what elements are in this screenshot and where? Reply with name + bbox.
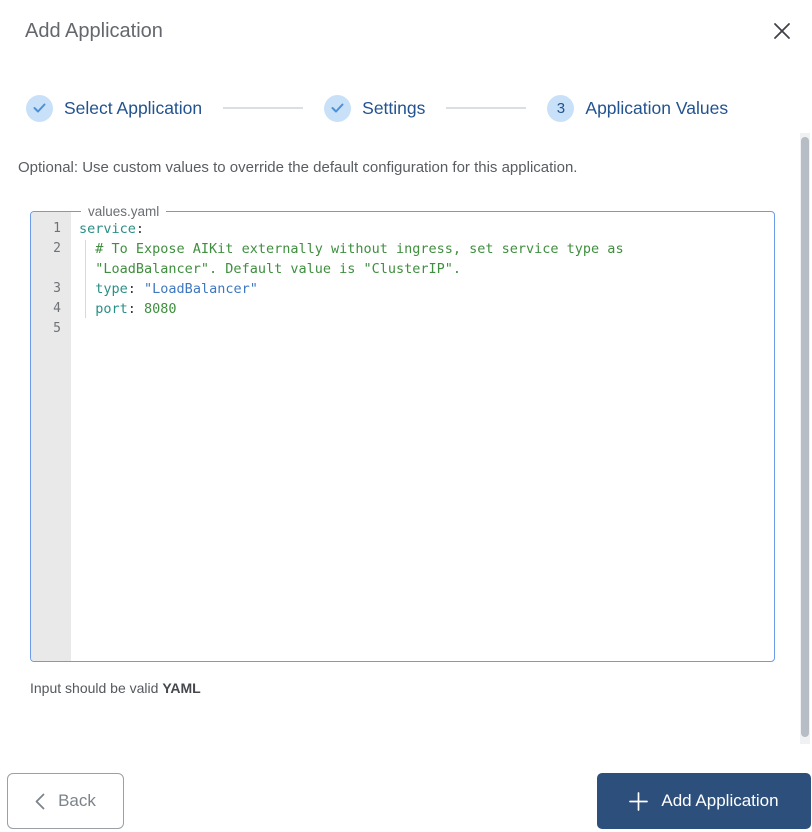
line-number: 3 — [53, 281, 61, 296]
code-token-punct: : — [127, 301, 145, 317]
code-token-punct: : — [127, 281, 145, 297]
wizard-stepper: Select Application Settings 3 Applicatio… — [26, 94, 728, 122]
step-2-circle — [324, 94, 352, 122]
code-line[interactable]: type: "LoadBalancer" — [71, 279, 772, 299]
back-button[interactable]: Back — [7, 773, 124, 829]
step-1-label: Select Application — [64, 97, 203, 118]
editor-code-lines[interactable]: service: # To Expose AIKit externally wi… — [71, 219, 772, 339]
code-line[interactable] — [71, 319, 772, 339]
yaml-validation-hint: Input should be valid YAML — [30, 680, 201, 696]
hint-text: Input should be valid — [30, 680, 163, 696]
add-application-button[interactable]: Add Application — [597, 773, 811, 829]
yaml-editor[interactable]: values.yaml 1 2 3 4 5 service: # To Expose A… — [30, 203, 775, 662]
step-settings[interactable]: Settings — [324, 94, 426, 122]
step-3-circle: 3 — [547, 94, 575, 122]
step-1-circle — [26, 94, 53, 122]
line-number: 1 — [53, 221, 61, 236]
close-button[interactable] — [766, 16, 798, 48]
step-connector — [223, 107, 304, 109]
code-line[interactable]: "LoadBalancer". Default value is "Cluste… — [71, 259, 772, 279]
hint-emphasis: YAML — [162, 680, 201, 696]
line-number: 2 — [53, 241, 61, 256]
add-application-button-label: Add Application — [661, 791, 779, 810]
check-icon — [331, 103, 344, 113]
code-token-punct: : — [135, 221, 145, 237]
editor-gutter-numbers: 1 2 3 4 5 — [31, 219, 71, 339]
step-select-application[interactable]: Select Application — [26, 94, 203, 122]
step-application-values[interactable]: 3 Application Values — [547, 94, 729, 122]
code-line[interactable]: service: — [71, 219, 772, 239]
editor-filename-legend: values.yaml — [81, 203, 167, 220]
code-token-key: type — [95, 281, 128, 297]
close-icon — [770, 22, 794, 46]
back-button-label: Back — [58, 791, 96, 810]
code-line[interactable]: port: 8080 — [71, 299, 772, 319]
line-number: 4 — [53, 301, 61, 316]
optional-description: Optional: Use custom values to override … — [18, 159, 578, 176]
line-number: 5 — [53, 321, 61, 336]
code-token-key: service — [79, 221, 136, 237]
code-token-key: port — [95, 301, 128, 317]
code-token-comment: # To Expose AIKit externally without ing… — [95, 241, 624, 257]
plus-icon — [629, 791, 649, 811]
code-token-number: 8080 — [144, 301, 177, 317]
check-icon — [33, 103, 46, 113]
step-2-label: Settings — [362, 97, 426, 118]
chevron-left-icon — [35, 793, 45, 810]
step-connector — [446, 107, 527, 109]
code-token-string: "LoadBalancer" — [144, 281, 258, 297]
vertical-scrollbar[interactable] — [800, 133, 810, 744]
code-token-comment: "LoadBalancer". Default value is "Cluste… — [95, 261, 462, 277]
indent-guide — [85, 240, 86, 318]
line-number — [31, 259, 71, 279]
step-3-number: 3 — [556, 99, 566, 117]
dialog-title: Add Application — [25, 20, 163, 42]
code-line[interactable]: # To Expose AIKit externally without ing… — [71, 239, 772, 259]
step-3-label: Application Values — [585, 97, 729, 118]
scrollbar-thumb[interactable] — [801, 137, 809, 737]
